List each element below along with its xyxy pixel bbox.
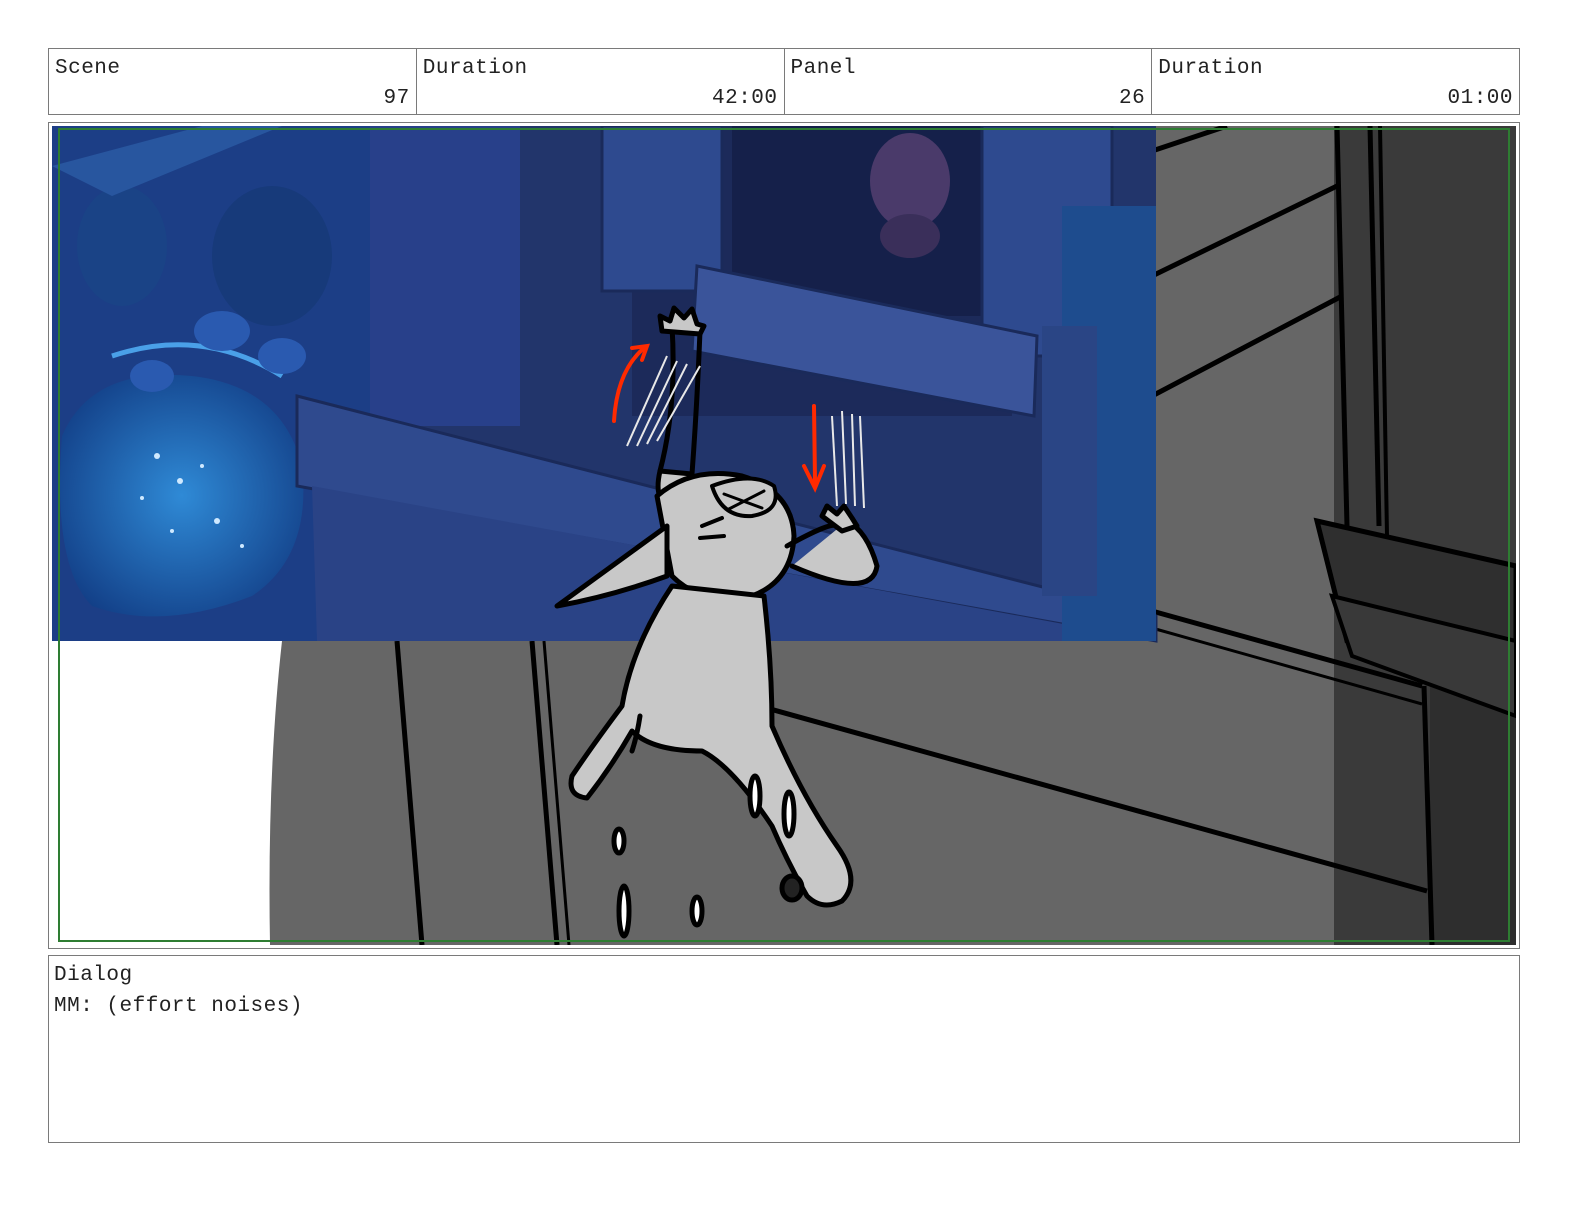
scene-duration-value: 42:00 xyxy=(711,87,778,110)
panel-number: 26 xyxy=(1119,87,1146,110)
panel-label: Panel xyxy=(790,57,857,80)
scene-cell: Scene 97 xyxy=(49,49,417,114)
dark-building-shadow xyxy=(1430,686,1516,945)
panel-duration-label: Duration xyxy=(1158,57,1264,80)
dialog-label: Dialog xyxy=(54,964,133,987)
panel-cell: Panel 26 xyxy=(785,49,1153,114)
scene-label: Scene xyxy=(55,57,121,80)
dialog-box: Dialog MM: (effort noises) xyxy=(48,955,1520,1143)
scene-duration-cell: Duration 42:00 xyxy=(417,49,785,114)
storyboard-panel xyxy=(48,122,1520,949)
scene-duration-label: Duration xyxy=(422,57,528,80)
panel-duration-cell: Duration 01:00 xyxy=(1152,49,1519,114)
header-table: Scene 97 Duration 42:00 Panel 26 Duratio… xyxy=(48,48,1520,115)
lamp-base xyxy=(880,214,940,258)
scene-number: 97 xyxy=(383,87,410,110)
pond xyxy=(60,374,304,617)
panel-duration-value: 01:00 xyxy=(1447,87,1513,110)
storyboard-drawing xyxy=(52,126,1516,945)
dialog-text: MM: (effort noises) xyxy=(54,995,303,1018)
